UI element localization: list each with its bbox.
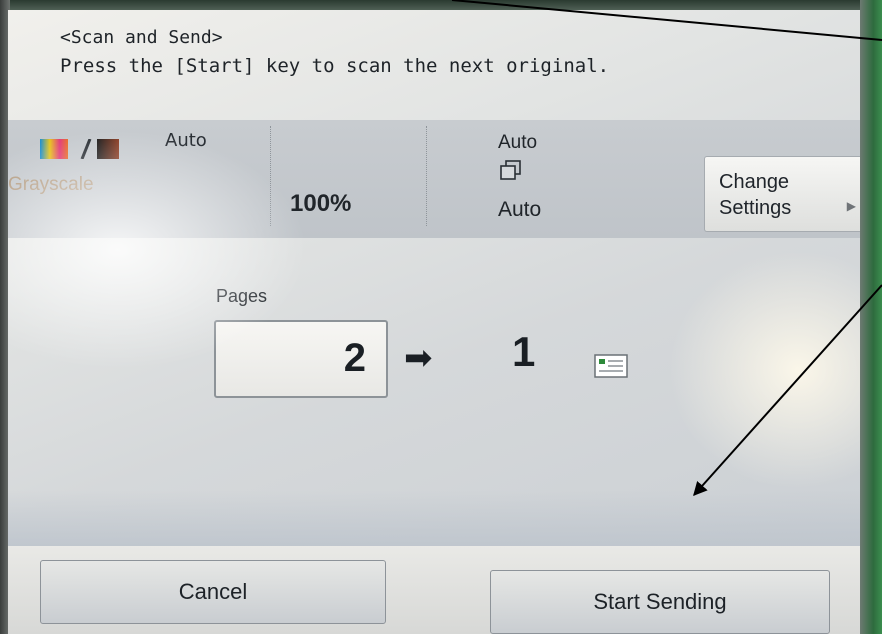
- page-title: <Scan and Send>: [60, 27, 223, 48]
- duplex-icon: [500, 160, 521, 180]
- header: <Scan and Send> Press the [Start] key to…: [60, 24, 609, 80]
- divider: [426, 126, 427, 226]
- screen-glare: [668, 250, 860, 490]
- output-sides-value: Auto: [498, 198, 542, 221]
- color-mode-label: Auto: [165, 130, 207, 151]
- zoom-value: 100%: [290, 190, 352, 217]
- instruction-text: Press the [Start] key to scan the next o…: [60, 55, 610, 77]
- document-icon: [594, 354, 628, 378]
- result-page-count: 1: [512, 328, 536, 375]
- color-grayscale-icon: [40, 139, 119, 159]
- pages-label: Pages: [216, 286, 268, 306]
- change-settings-button[interactable]: Change Settings ▶: [704, 156, 860, 232]
- chevron-right-icon: ▶: [846, 199, 856, 213]
- cancel-button[interactable]: Cancel: [40, 560, 386, 624]
- change-settings-label-2: Settings: [719, 197, 792, 219]
- settings-summary-bar[interactable]: Auto Grayscale 100% Auto Auto Change Set…: [8, 120, 860, 238]
- pages-count-field: 2: [214, 320, 388, 398]
- color-mode-value: Grayscale: [8, 174, 94, 195]
- original-sides-value: Auto: [498, 132, 538, 153]
- divider: [270, 126, 271, 226]
- device-frame-right: [860, 0, 882, 634]
- change-settings-label-1: Change: [719, 171, 790, 193]
- touch-screen: <Scan and Send> Press the [Start] key to…: [8, 10, 860, 634]
- start-sending-button[interactable]: Start Sending: [490, 570, 830, 634]
- arrow-right-icon: ➡: [404, 338, 433, 378]
- lower-panel: [8, 490, 860, 546]
